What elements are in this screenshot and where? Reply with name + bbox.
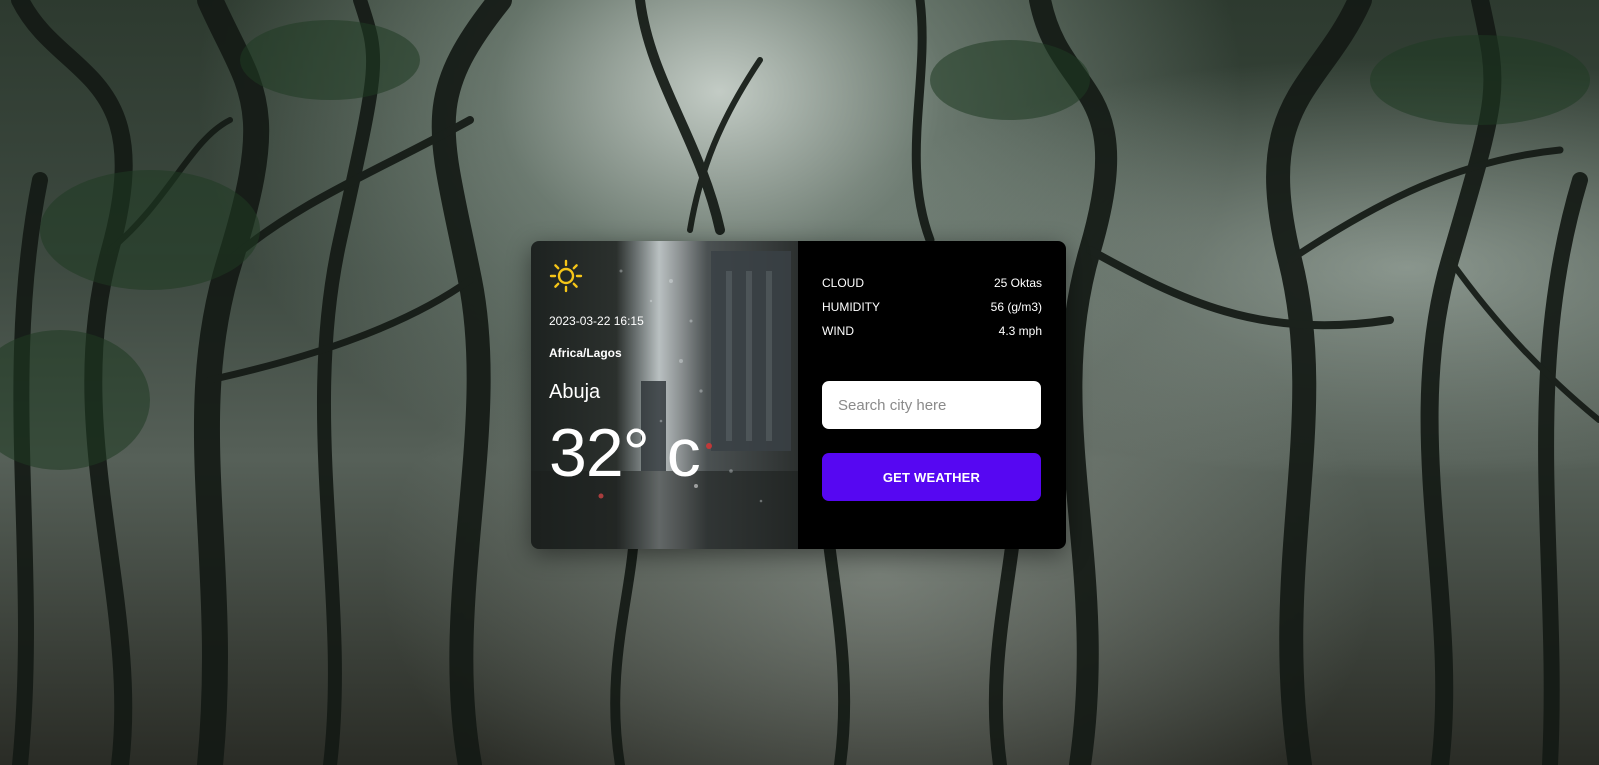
stat-label: HUMIDITY — [822, 300, 880, 314]
get-weather-button[interactable]: GET WEATHER — [822, 453, 1041, 501]
weather-card: 2023-03-22 16:15 Africa/Lagos Abuja 32° … — [531, 241, 1066, 549]
timezone: Africa/Lagos — [549, 346, 622, 360]
stat-value: 56 (g/m3) — [990, 300, 1042, 314]
stat-label: WIND — [822, 324, 854, 338]
stat-value: 25 Oktas — [993, 276, 1042, 290]
stat-value: 4.3 mph — [998, 324, 1042, 338]
city-name: Abuja — [549, 381, 601, 403]
stat-row-cloud: CLOUD 25 Oktas — [822, 271, 1042, 295]
date-time: 2023-03-22 16:15 — [549, 314, 644, 328]
stat-row-humidity: HUMIDITY 56 (g/m3) — [822, 295, 1042, 319]
current-weather-panel: 2023-03-22 16:15 Africa/Lagos Abuja 32° … — [531, 241, 798, 549]
search-city-input[interactable] — [822, 381, 1041, 429]
sun-icon — [549, 259, 583, 293]
stat-label: CLOUD — [822, 276, 865, 290]
temperature: 32° c — [549, 415, 701, 491]
stat-row-wind: WIND 4.3 mph — [822, 319, 1042, 343]
weather-details-panel: CLOUD 25 Oktas HUMIDITY 56 (g/m3) WIND 4… — [798, 241, 1066, 549]
